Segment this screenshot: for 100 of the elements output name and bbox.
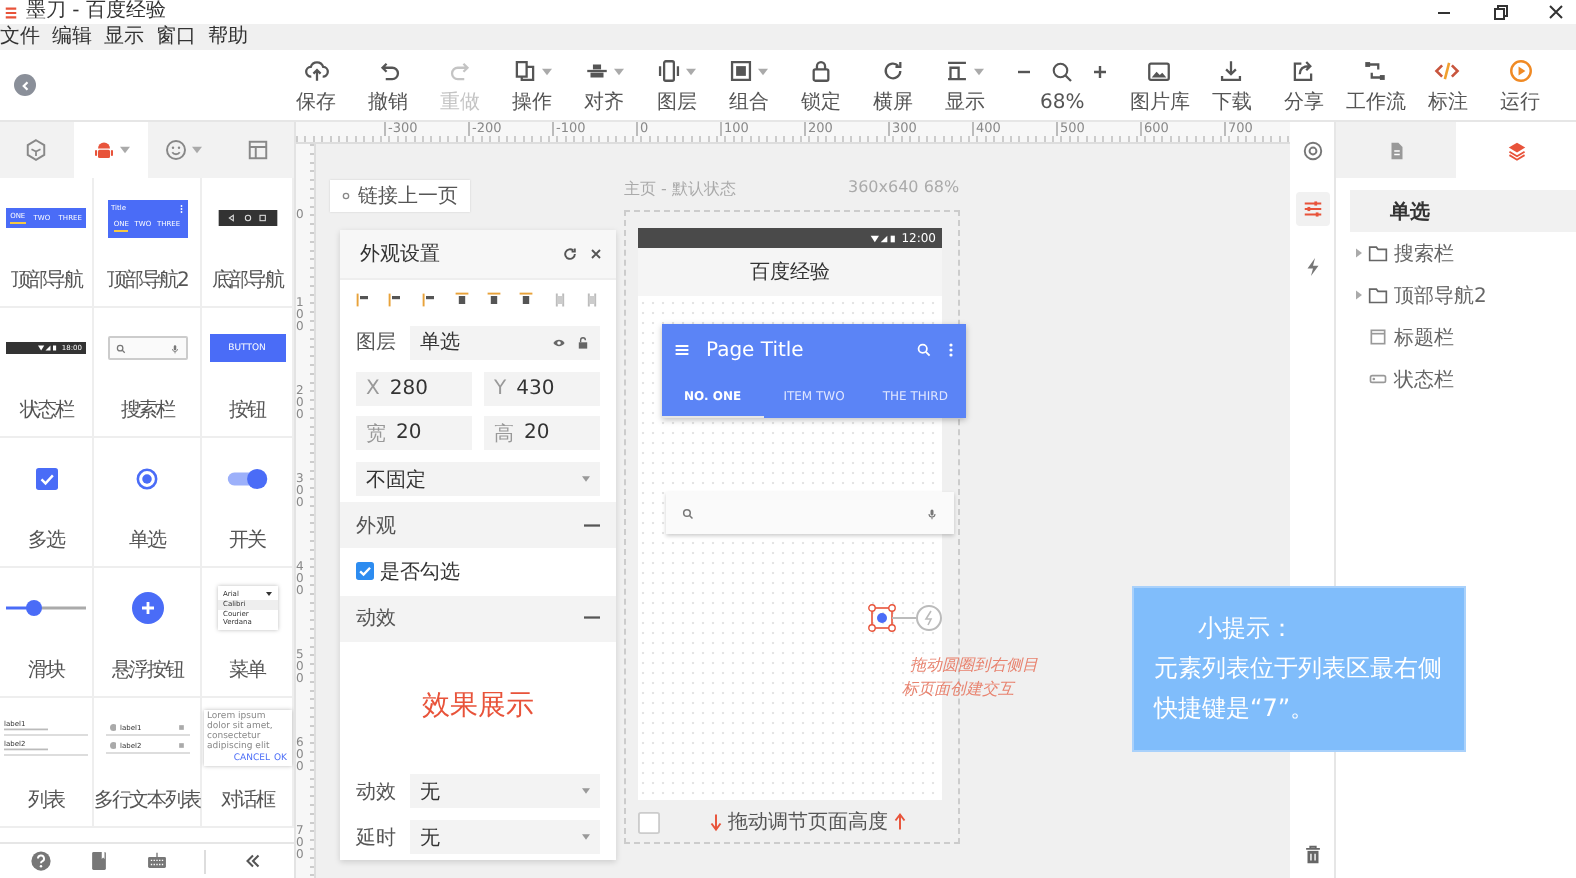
- collapse-icon[interactable]: [242, 850, 264, 872]
- toolbar-button[interactable]: 横屏: [856, 53, 929, 117]
- position-select[interactable]: 不固定: [356, 462, 600, 497]
- x-field[interactable]: X 280: [356, 371, 472, 405]
- menu-item[interactable]: 显示: [104, 25, 144, 49]
- avatar-icon: [109, 742, 116, 750]
- folder-icon: [1368, 244, 1388, 262]
- eye-icon[interactable]: [552, 335, 566, 350]
- upload-icon: [303, 58, 330, 84]
- layer-item[interactable]: 标题栏: [1350, 316, 1576, 358]
- toolbar-button[interactable]: 运行: [1483, 53, 1557, 117]
- toolbar-button[interactable]: 图层: [640, 53, 713, 117]
- menu-item[interactable]: 窗口: [156, 25, 196, 49]
- restore-icon[interactable]: [1490, 2, 1510, 22]
- back-button[interactable]: [14, 74, 36, 96]
- section-title: 动效: [356, 606, 396, 633]
- microphone-icon: [926, 507, 938, 519]
- width-field[interactable]: 宽 20: [356, 416, 472, 451]
- toolbar-button[interactable]: 分享: [1267, 53, 1340, 117]
- refresh-icon[interactable]: [562, 245, 578, 262]
- align-icon[interactable]: [421, 291, 438, 308]
- library-tab[interactable]: [73, 122, 147, 178]
- layer-item[interactable]: 顶部导航2: [1350, 274, 1576, 316]
- toolbar-button[interactable]: 组合: [712, 53, 785, 117]
- align-icon[interactable]: [388, 291, 405, 308]
- toolbar-button[interactable]: 显示: [928, 53, 1001, 117]
- height-field[interactable]: 高 20: [484, 416, 600, 451]
- refresh-icon: [879, 58, 906, 84]
- toolbar-button[interactable]: 锁定: [784, 53, 857, 117]
- component-item[interactable]: 搜索栏: [94, 308, 202, 438]
- keyboard-icon[interactable]: [146, 850, 168, 872]
- select-field[interactable]: 无: [410, 774, 600, 809]
- connection-handle-drawing[interactable]: [868, 604, 944, 632]
- dot-icon: [342, 192, 350, 200]
- menu-item[interactable]: 编辑: [52, 25, 92, 49]
- align-icon[interactable]: [356, 291, 372, 308]
- play-icon: [1507, 58, 1533, 84]
- field-label: 图层: [356, 330, 398, 357]
- toolbar-button[interactable]: 工作流: [1339, 53, 1412, 117]
- section-header[interactable]: 外观: [340, 502, 616, 549]
- redo-icon: [447, 58, 474, 84]
- y-field[interactable]: Y 430: [484, 371, 600, 405]
- collapse-icon[interactable]: [584, 523, 600, 528]
- checkbox-label: 是否勾选: [380, 559, 460, 586]
- component-item[interactable]: 底部导航: [202, 178, 294, 308]
- book-icon[interactable]: [88, 850, 110, 872]
- search-icon[interactable]: [1050, 59, 1075, 83]
- menu-item[interactable]: 帮助: [208, 25, 248, 49]
- lock-icon: [807, 58, 834, 84]
- checkbox[interactable]: [638, 811, 660, 833]
- toolbar-button[interactable]: 撤销: [352, 53, 425, 117]
- down-arrow-icon[interactable]: [710, 812, 722, 832]
- component-item[interactable]: 悬浮按钮: [94, 568, 202, 698]
- signal-icon: [37, 344, 58, 352]
- undo-icon: [375, 58, 402, 84]
- select-field[interactable]: 无: [410, 820, 600, 855]
- toolbar-button[interactable]: 下载: [1195, 53, 1268, 117]
- component-item[interactable]: 单选: [94, 438, 202, 568]
- caret-icon: [542, 67, 553, 75]
- close-icon[interactable]: [588, 245, 604, 262]
- caret-icon: [686, 67, 697, 75]
- download-icon: [1218, 58, 1245, 84]
- toolbar-button[interactable]: 对齐: [568, 53, 641, 117]
- toolbar-button[interactable]: 操作: [496, 53, 569, 117]
- kebab-icon[interactable]: [948, 342, 954, 358]
- slider-icon: [6, 598, 86, 618]
- resize-hint: 拖动调节页面高度: [728, 809, 888, 836]
- layer-item[interactable]: 搜索栏: [1350, 232, 1576, 274]
- align-icon[interactable]: [486, 291, 503, 308]
- align-icon[interactable]: [518, 291, 535, 308]
- toolbar-button[interactable]: 图片库: [1123, 53, 1196, 117]
- trash-icon[interactable]: [1301, 844, 1323, 866]
- app-icon: [4, 5, 18, 19]
- menu-item[interactable]: 文件: [0, 25, 40, 49]
- collapse-icon[interactable]: [584, 616, 600, 621]
- component-item[interactable]: 多选: [0, 438, 94, 568]
- up-arrow-icon[interactable]: [894, 812, 906, 832]
- sliders-icon: [1301, 198, 1323, 220]
- align-icon[interactable]: [453, 291, 470, 308]
- menu-icon[interactable]: [674, 342, 690, 358]
- caret-icon: [582, 834, 590, 841]
- section-header[interactable]: 动效: [340, 595, 616, 642]
- layer-item[interactable]: 单选: [1350, 190, 1576, 232]
- layer-field[interactable]: 单选: [410, 325, 600, 360]
- toolbar-button[interactable]: 保存: [280, 53, 353, 117]
- search-icon[interactable]: [916, 342, 932, 358]
- lock-icon[interactable]: [576, 335, 590, 350]
- close-icon[interactable]: [1546, 2, 1566, 22]
- share-icon: [1290, 58, 1317, 84]
- component-item[interactable]: 开关: [202, 438, 294, 568]
- component-item[interactable]: 滑块: [0, 568, 94, 698]
- code-icon: [1434, 58, 1461, 84]
- layer-item[interactable]: 状态栏: [1350, 358, 1576, 400]
- help-icon[interactable]: [30, 850, 52, 872]
- toolbar-button[interactable]: 标注: [1411, 53, 1484, 117]
- secondary-line: [4, 748, 48, 752]
- checkbox[interactable]: [356, 562, 374, 581]
- inspector-tab[interactable]: [1295, 192, 1329, 226]
- link-button[interactable]: 链接上一页: [330, 180, 470, 212]
- avatar-icon: [109, 724, 116, 732]
